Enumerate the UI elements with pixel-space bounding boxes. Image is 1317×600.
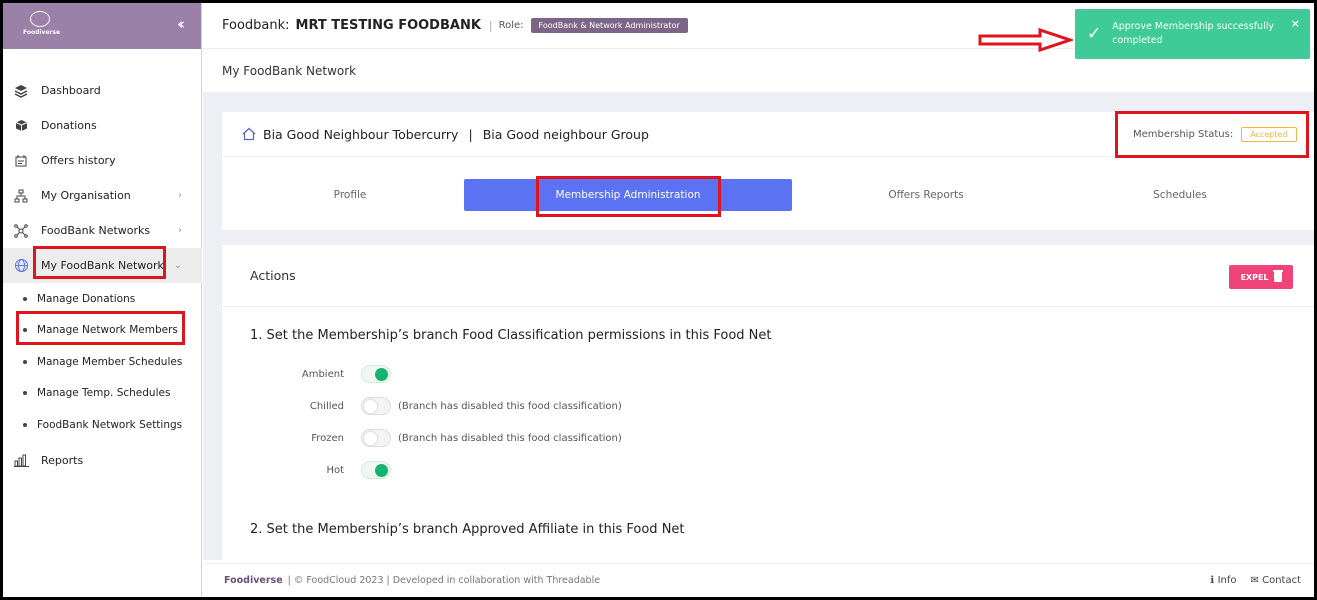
sidebar-subitem-label: Manage Member Schedules bbox=[37, 355, 183, 368]
sidebar-item-label: Offers history bbox=[41, 154, 116, 167]
foodbank-label: Foodbank: bbox=[222, 18, 290, 33]
check-icon: ✓ bbox=[1087, 24, 1102, 44]
role-badge: FoodBank & Network Administrator bbox=[530, 18, 688, 33]
box-icon bbox=[13, 118, 29, 134]
home-icon bbox=[242, 127, 256, 141]
sidebar-item-reports[interactable]: Reports bbox=[3, 443, 202, 478]
contact-link[interactable]: ✉ Contact bbox=[1251, 575, 1301, 586]
group-name: Bia Good neighbour Group bbox=[482, 126, 649, 142]
sidebar-subitem-manage-member-schedules[interactable]: Manage Member Schedules bbox=[3, 346, 202, 378]
sidebar-item-my-organisation[interactable]: My Organisation › bbox=[3, 178, 202, 213]
footer-links: ℹ Info ✉ Contact bbox=[1210, 575, 1301, 586]
branch-name: Bia Good Neighbour Tobercurry bbox=[263, 126, 459, 142]
sidebar-item-my-foodbank-network[interactable]: My FoodBank Network ⌄ bbox=[3, 248, 202, 283]
chevron-down-icon: ⌄ bbox=[173, 260, 182, 271]
close-icon[interactable]: × bbox=[1291, 17, 1300, 30]
member-card: Bia Good Neighbour Tobercurry | Bia Good… bbox=[222, 112, 1314, 230]
sidebar-item-dashboard[interactable]: Dashboard bbox=[3, 73, 202, 108]
history-icon bbox=[13, 153, 29, 169]
frozen-toggle[interactable] bbox=[361, 429, 391, 447]
sidebar-subitem-foodbank-network-settings[interactable]: FoodBank Network Settings bbox=[3, 409, 202, 441]
info-link[interactable]: ℹ Info bbox=[1210, 575, 1236, 586]
info-label: Info bbox=[1217, 575, 1237, 586]
chilled-toggle[interactable] bbox=[361, 397, 391, 415]
info-icon: ℹ bbox=[1210, 575, 1218, 586]
membership-status: Membership Status: Accepted bbox=[1133, 127, 1297, 142]
sidebar-subitem-label: Manage Temp. Schedules bbox=[37, 387, 171, 400]
sidebar-item-offers-history[interactable]: Offers history bbox=[3, 143, 202, 178]
status-badge: Accepted bbox=[1241, 127, 1297, 142]
sidebar-subitem-label: Manage Donations bbox=[37, 292, 136, 305]
chevron-right-icon: › bbox=[178, 225, 182, 236]
section-title-affiliate: 2. Set the Membership’s branch Approved … bbox=[250, 522, 685, 537]
sidebar-subitem-manage-donations[interactable]: Manage Donations bbox=[3, 283, 202, 315]
org-chart-icon bbox=[13, 188, 29, 204]
footer-brand[interactable]: Foodiverse bbox=[224, 575, 283, 586]
success-toast: ✓ Approve Membership successfully comple… bbox=[1075, 9, 1310, 59]
expel-button[interactable]: EXPEL bbox=[1229, 265, 1293, 289]
trash-icon bbox=[1272, 270, 1283, 282]
permission-row-chilled: Chilled (Branch has disabled this food c… bbox=[222, 395, 822, 417]
sidebar-subitem-label: FoodBank Network Settings bbox=[37, 418, 183, 431]
layers-icon bbox=[13, 83, 29, 99]
footer-text: | © FoodCloud 2023 | Developed in collab… bbox=[287, 575, 601, 586]
membership-status-label: Membership Status: bbox=[1133, 129, 1234, 140]
bar-chart-icon bbox=[13, 452, 29, 468]
actions-header: Actions bbox=[222, 245, 1314, 307]
sidebar-item-label: Donations bbox=[41, 119, 97, 132]
sidebar-subitem-manage-temp-schedules[interactable]: Manage Temp. Schedules bbox=[3, 378, 202, 410]
ambient-toggle[interactable] bbox=[361, 365, 391, 383]
logo-text: Foodiverse bbox=[23, 29, 61, 36]
section-title-permissions: 1. Set the Membership’s branch Food Clas… bbox=[250, 328, 772, 343]
permission-label: Ambient bbox=[301, 368, 344, 380]
logo-bar: Foodiverse ‹‹ bbox=[3, 3, 201, 49]
sidebar-item-label: Reports bbox=[41, 453, 84, 467]
sidebar-item-label: My FoodBank Network bbox=[41, 259, 164, 272]
foodiverse-logo[interactable]: Foodiverse bbox=[23, 11, 63, 41]
sidebar-item-label: FoodBank Networks bbox=[41, 224, 151, 237]
sidebar-nav: Dashboard Donations Offers history My Or… bbox=[3, 73, 202, 478]
member-tabs: Profile Membership Administration Offers… bbox=[222, 172, 1314, 211]
sidebar-item-label: Dashboard bbox=[41, 84, 101, 97]
tab-offers-reports[interactable]: Offers Reports bbox=[792, 179, 1060, 211]
role-label: Role: bbox=[498, 20, 524, 31]
permission-note: (Branch has disabled this food classific… bbox=[398, 400, 622, 412]
tab-profile[interactable]: Profile bbox=[222, 179, 478, 211]
tab-schedules[interactable]: Schedules bbox=[1060, 179, 1300, 211]
sidebar-item-foodbank-networks[interactable]: FoodBank Networks › bbox=[3, 213, 202, 248]
member-separator: | bbox=[468, 126, 473, 142]
envelope-icon: ✉ bbox=[1250, 575, 1263, 586]
chevron-right-icon: › bbox=[178, 190, 182, 201]
permission-label: Frozen bbox=[311, 432, 344, 444]
sidebar-subitem-manage-network-members[interactable]: Manage Network Members bbox=[3, 315, 202, 347]
annotation-arrow bbox=[978, 27, 1075, 56]
actions-title: Actions bbox=[250, 268, 296, 283]
permission-row-ambient: Ambient bbox=[222, 363, 822, 385]
permission-label: Hot bbox=[326, 464, 344, 476]
double-chevron-left-icon[interactable]: ‹‹ bbox=[177, 15, 185, 33]
sidebar-item-donations[interactable]: Donations bbox=[3, 108, 202, 143]
sidebar: Foodiverse ‹‹ Dashboard Donations Offers… bbox=[3, 3, 202, 597]
expel-label: EXPEL bbox=[1240, 272, 1269, 282]
foodbank-name: MRT TESTING FOODBANK bbox=[295, 18, 481, 33]
globe-network-icon bbox=[13, 258, 29, 274]
hot-toggle[interactable] bbox=[361, 461, 391, 479]
contact-label: Contact bbox=[1262, 575, 1301, 586]
tab-membership-administration[interactable]: Membership Administration bbox=[464, 179, 792, 211]
sidebar-item-label: My Organisation bbox=[41, 189, 131, 202]
network-icon bbox=[13, 223, 29, 239]
sidebar-subitem-label: Manage Network Members bbox=[37, 324, 178, 337]
permission-note: (Branch has disabled this food classific… bbox=[398, 432, 622, 444]
footer: Foodiverse | © FoodCloud 2023 | Develope… bbox=[203, 563, 1314, 597]
permission-row-frozen: Frozen (Branch has disabled this food cl… bbox=[222, 427, 822, 449]
permission-label: Chilled bbox=[309, 400, 344, 412]
actions-card: Actions EXPEL 1. Set the Membership’s br… bbox=[222, 245, 1314, 560]
header-separator: | bbox=[488, 19, 493, 32]
toast-message: Approve Membership successfully complete… bbox=[1112, 21, 1274, 46]
permission-row-hot: Hot bbox=[222, 459, 822, 481]
